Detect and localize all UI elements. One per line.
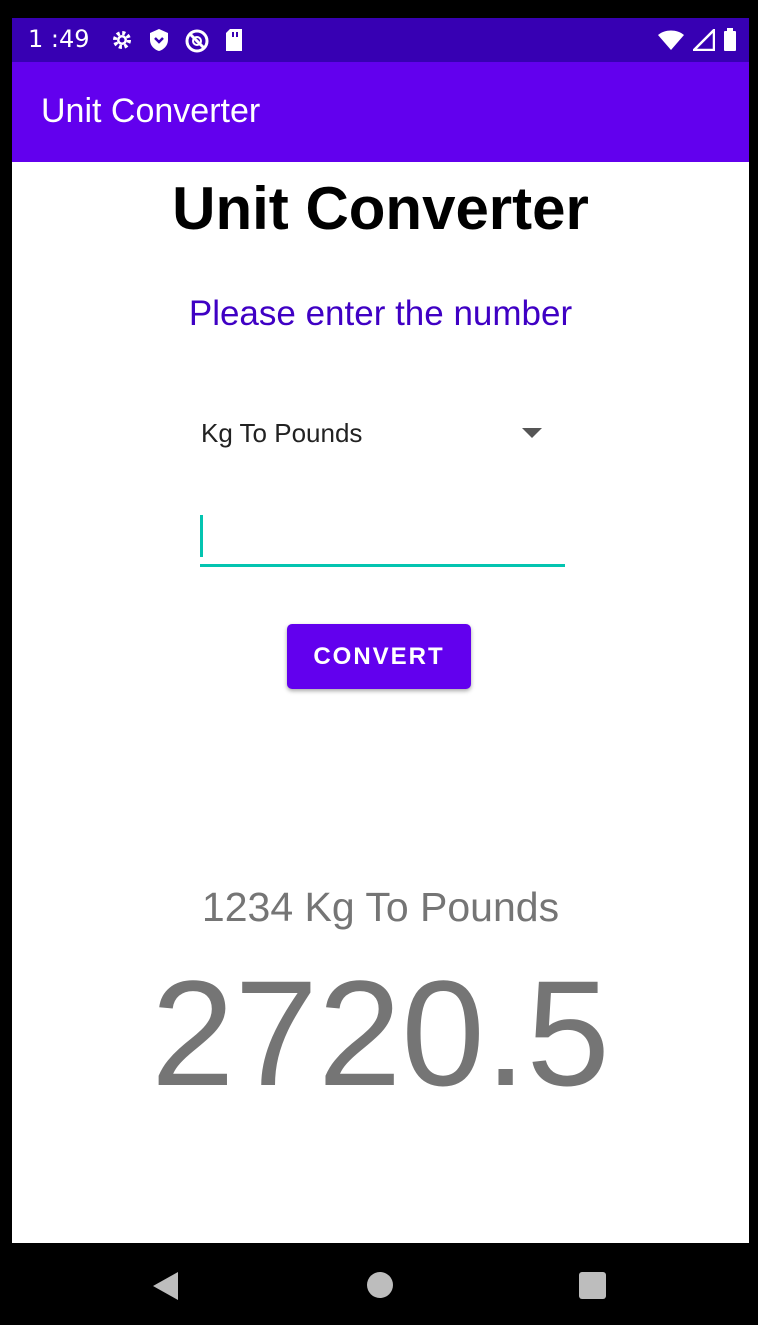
dropdown-arrow-icon bbox=[522, 428, 542, 438]
app-bar-title: Unit Converter bbox=[41, 92, 261, 130]
page-title: Unit Converter bbox=[172, 175, 589, 242]
status-bar: 1 :49 bbox=[12, 18, 749, 62]
signal-icon bbox=[693, 29, 715, 51]
status-time: 1 :49 bbox=[28, 25, 90, 53]
shield-icon bbox=[150, 29, 168, 51]
number-input[interactable] bbox=[200, 512, 565, 567]
result-label: 1234 Kg To Pounds bbox=[201, 884, 560, 930]
home-icon[interactable] bbox=[367, 1272, 393, 1298]
result-value: 2720.5 bbox=[151, 949, 610, 1117]
convert-button[interactable]: CONVERT bbox=[287, 624, 471, 689]
back-icon[interactable] bbox=[153, 1272, 178, 1300]
recents-icon[interactable] bbox=[579, 1272, 606, 1299]
text-cursor bbox=[200, 515, 203, 557]
navigation-bar bbox=[0, 1243, 758, 1325]
gear-icon bbox=[113, 31, 131, 49]
status-system-icons bbox=[657, 28, 737, 52]
sd-card-icon bbox=[226, 29, 242, 51]
app-screen: 1 :49 Unit Converter Unit Converter Plea… bbox=[12, 18, 749, 1243]
status-notification-icons bbox=[110, 28, 244, 54]
battery-icon bbox=[724, 28, 736, 51]
app-bar: Unit Converter bbox=[12, 62, 749, 162]
input-prompt: Please enter the number bbox=[188, 294, 573, 333]
wifi-icon bbox=[658, 30, 684, 50]
dropdown-selected-value: Kg To Pounds bbox=[201, 418, 363, 448]
conversion-type-dropdown[interactable]: Kg To Pounds bbox=[188, 406, 558, 462]
no-data-icon bbox=[185, 29, 209, 53]
